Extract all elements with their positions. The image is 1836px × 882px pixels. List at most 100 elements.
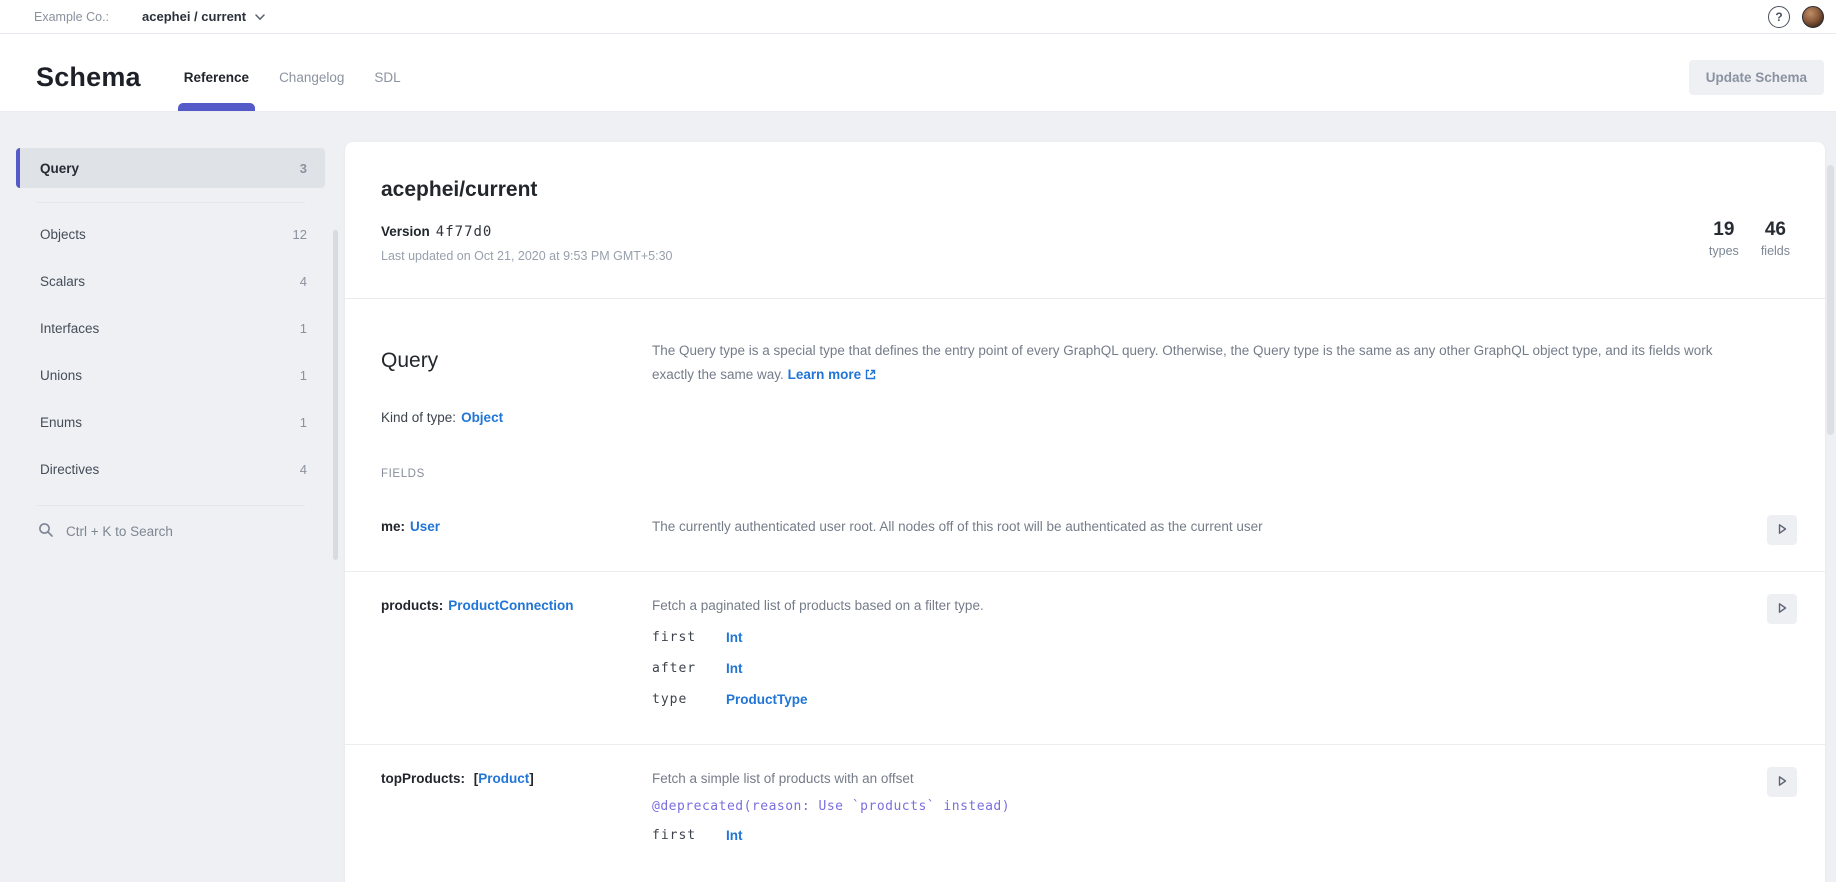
external-link-icon <box>865 368 876 383</box>
field-signature: topProducts: [Product] <box>381 771 652 882</box>
org-label: Example Co.: <box>34 10 109 24</box>
search-hint-label: Ctrl + K to Search <box>66 524 173 539</box>
type-name: Query <box>381 339 652 388</box>
field-signature: products: ProductConnection <box>381 598 652 744</box>
arg-name: first <box>652 828 712 843</box>
field-args: first Int <box>652 828 1737 843</box>
play-icon <box>1775 774 1789 791</box>
field-body: The currently authenticated user root. A… <box>652 519 1737 571</box>
learn-more-link[interactable]: Learn more <box>788 367 877 382</box>
kind-object-link[interactable]: Object <box>461 410 503 425</box>
sidebar-item-label: Directives <box>40 462 99 477</box>
field-body: Fetch a paginated list of products based… <box>652 598 1737 744</box>
sidebar-item-count: 1 <box>300 368 307 383</box>
stat-types-label: types <box>1709 244 1739 258</box>
sidebar-item-count: 1 <box>300 321 307 336</box>
version-value: 4f77d0 <box>436 224 493 240</box>
stat-fields: 46 fields <box>1761 218 1790 258</box>
arg-row: type ProductType <box>652 692 1737 707</box>
version-line: Version 4f77d0 <box>381 224 492 240</box>
update-schema-button[interactable]: Update Schema <box>1689 60 1824 95</box>
sidebar-item-label: Unions <box>40 368 82 383</box>
schema-search-trigger[interactable]: Ctrl + K to Search <box>16 506 325 541</box>
sidebar-item-count: 12 <box>293 227 307 242</box>
stat-fields-value: 46 <box>1761 218 1790 242</box>
type-description: The Query type is a special type that de… <box>652 339 1737 388</box>
field-body: Fetch a simple list of products with an … <box>652 771 1737 882</box>
sidebar-scrollbar[interactable] <box>333 230 338 560</box>
last-updated: Last updated on Oct 21, 2020 at 9:53 PM … <box>381 249 673 263</box>
app-root: Example Co.: acephei / current ? Schema … <box>0 0 1836 882</box>
sidebar-item-enums[interactable]: Enums 1 <box>16 399 325 446</box>
sidebar-item-count: 1 <box>300 415 307 430</box>
graph-selector-dropdown[interactable]: acephei / current <box>142 8 265 26</box>
kind-label: Kind of type: <box>381 410 456 425</box>
sidebar-item-scalars[interactable]: Scalars 4 <box>16 258 325 305</box>
top-bar: Example Co.: acephei / current ? <box>0 0 1836 34</box>
sidebar-item-count: 4 <box>300 274 307 289</box>
section-divider <box>345 298 1825 299</box>
type-header: Query The Query type is a special type t… <box>381 339 1737 388</box>
sidebar-item-objects[interactable]: Objects 12 <box>16 211 325 258</box>
topbar-right: ? <box>1768 6 1824 28</box>
sidebar-item-label: Interfaces <box>40 321 99 336</box>
sidebar-item-unions[interactable]: Unions 1 <box>16 352 325 399</box>
arg-name: after <box>652 661 712 676</box>
arg-type-link[interactable]: Int <box>726 630 743 645</box>
arg-name: first <box>652 630 712 645</box>
field-row-products: products: ProductConnection Fetch a pagin… <box>345 572 1825 745</box>
field-type-link[interactable]: ProductConnection <box>448 598 573 613</box>
search-icon <box>38 522 54 541</box>
arg-type-link[interactable]: ProductType <box>726 692 808 707</box>
sidebar-item-interfaces[interactable]: Interfaces 1 <box>16 305 325 352</box>
version-label: Version <box>381 224 430 239</box>
field-row-topproducts: topProducts: [Product] Fetch a simple li… <box>345 745 1825 882</box>
run-in-explorer-button[interactable] <box>1767 767 1797 797</box>
page-scrollbar[interactable] <box>1827 165 1834 435</box>
deprecated-annotation: @deprecated(reason: Use `products` inste… <box>652 799 1737 814</box>
graph-title: acephei/current <box>381 178 537 202</box>
field-type-link[interactable]: User <box>410 519 440 534</box>
play-icon <box>1775 522 1789 539</box>
run-in-explorer-button[interactable] <box>1767 515 1797 545</box>
sidebar-item-directives[interactable]: Directives 4 <box>16 446 325 493</box>
fields-list: me: User The currently authenticated user… <box>345 493 1825 882</box>
sidebar-item-query[interactable]: Query 3 <box>16 148 325 188</box>
sidebar-item-count: 4 <box>300 462 307 477</box>
field-name: topProducts: <box>381 771 465 786</box>
arg-type-link[interactable]: Int <box>726 828 743 843</box>
field-description: Fetch a paginated list of products based… <box>652 598 1737 614</box>
arg-row: after Int <box>652 661 1737 676</box>
sidebar-item-label: Objects <box>40 227 86 242</box>
help-icon[interactable]: ? <box>1768 6 1790 28</box>
stat-types: 19 types <box>1709 218 1739 258</box>
field-signature: me: User <box>381 519 652 571</box>
arg-type-link[interactable]: Int <box>726 661 743 676</box>
stat-fields-label: fields <box>1761 244 1790 258</box>
sidebar-item-label: Enums <box>40 415 82 430</box>
schema-sidebar: Query 3 Objects 12 Scalars 4 Interfaces … <box>16 98 325 541</box>
arg-row: first Int <box>652 630 1737 645</box>
page-title: Schema <box>36 62 141 93</box>
sidebar-divider <box>36 202 305 203</box>
run-in-explorer-button[interactable] <box>1767 594 1797 624</box>
learn-more-label: Learn more <box>788 367 862 382</box>
play-icon <box>1775 601 1789 618</box>
graph-selector-label: acephei / current <box>142 9 246 24</box>
field-name: products: <box>381 598 443 613</box>
field-args: first Int after Int type ProductType <box>652 630 1737 707</box>
field-description: The currently authenticated user root. A… <box>652 519 1737 535</box>
arg-row: first Int <box>652 828 1737 843</box>
sidebar-item-count: 3 <box>300 161 307 176</box>
kind-of-type-line: Kind of type: Object <box>381 410 503 425</box>
tab-sdl[interactable]: SDL <box>359 44 415 111</box>
field-name: me: <box>381 519 405 534</box>
field-row-me: me: User The currently authenticated user… <box>345 493 1825 572</box>
field-type-link[interactable]: Product <box>478 771 529 786</box>
sidebar-item-label: Scalars <box>40 274 85 289</box>
schema-stats: 19 types 46 fields <box>1709 218 1790 258</box>
chevron-down-icon <box>255 8 265 26</box>
user-avatar[interactable] <box>1802 6 1824 28</box>
arg-name: type <box>652 692 712 707</box>
sidebar-item-label: Query <box>40 161 79 176</box>
